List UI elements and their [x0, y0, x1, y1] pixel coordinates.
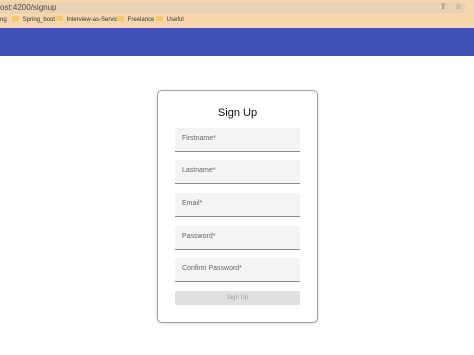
- bookmark-label: Interview-as-Service: [66, 17, 122, 24]
- confirm-password-label: Confirm Password*: [182, 265, 242, 272]
- confirm-password-field[interactable]: Confirm Password*: [175, 258, 300, 282]
- bookmark-folder-spring-boot[interactable]: Spring_boot: [12, 16, 56, 24]
- folder-icon: [156, 16, 163, 21]
- lastname-field[interactable]: Lastname*: [175, 160, 300, 184]
- folder-icon: [12, 16, 19, 21]
- bookmark-folder-useful[interactable]: Useful: [156, 16, 184, 24]
- bookmark-label: ng: [0, 17, 7, 23]
- browser-chrome: ost:4200/signup ⇪ ☆ ng Spring_boot Inter…: [0, 0, 474, 28]
- address-bar[interactable]: ost:4200/signup ⇪ ☆: [0, 2, 466, 13]
- address-bar-actions: ⇪ ☆: [434, 2, 462, 11]
- folder-icon: [56, 16, 63, 21]
- signup-card: Sign Up Firstname* Lastname* Email* Pass…: [157, 90, 318, 323]
- password-label: Password*: [182, 233, 216, 240]
- bookmark-label: Spring_boot: [22, 17, 56, 24]
- form-title: Sign Up: [217, 107, 258, 119]
- bookmark-label: Freelance: [127, 17, 155, 24]
- firstname-field[interactable]: Firstname*: [175, 128, 300, 152]
- email-field[interactable]: Email*: [175, 193, 300, 217]
- signup-button[interactable]: Sign Up: [175, 291, 300, 305]
- lastname-label: Lastname*: [182, 167, 216, 174]
- bookmark-folder-interview[interactable]: Interview-as-Service: [56, 16, 122, 24]
- bookmark-folder-freelance[interactable]: Freelance: [117, 16, 155, 24]
- share-icon[interactable]: ⇪: [440, 2, 447, 11]
- folder-icon: [117, 16, 124, 21]
- firstname-label: Firstname*: [182, 135, 216, 142]
- app-toolbar: [0, 28, 474, 56]
- bookmark-star-icon[interactable]: ☆: [455, 2, 462, 11]
- bookmark-label: Useful: [166, 17, 184, 24]
- bookmark-item[interactable]: ng: [0, 17, 7, 23]
- password-field[interactable]: Password*: [175, 226, 300, 250]
- url-text[interactable]: ost:4200/signup: [0, 3, 57, 12]
- email-label: Email*: [182, 200, 203, 207]
